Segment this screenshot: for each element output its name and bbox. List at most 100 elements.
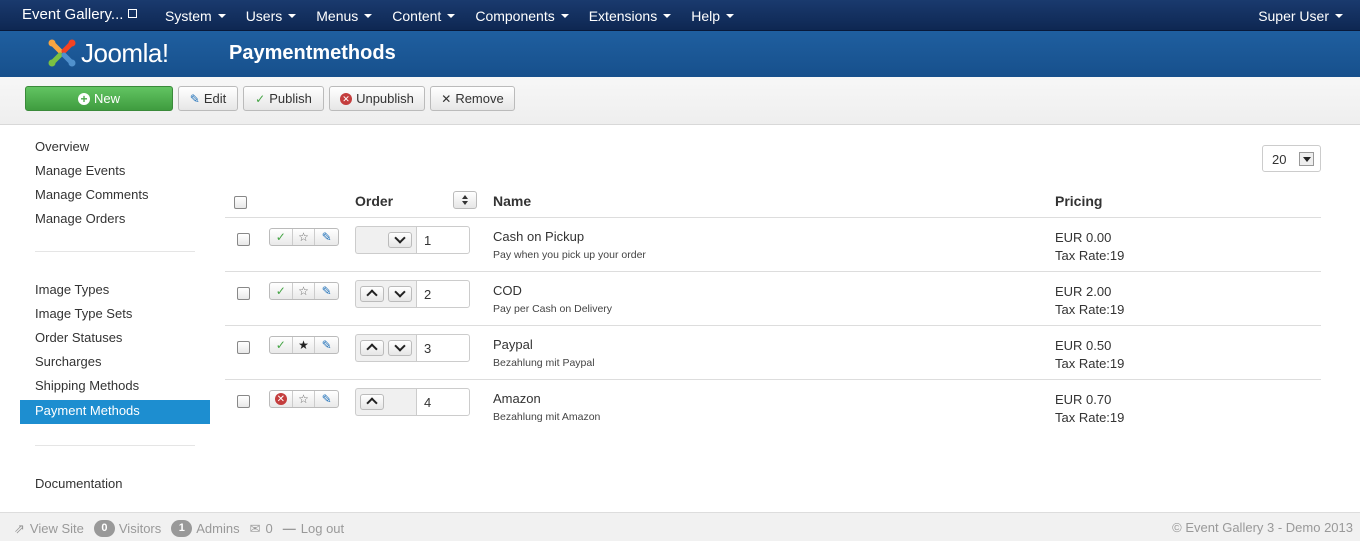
star-outline-icon[interactable]: ☆ xyxy=(293,391,316,407)
move-up-button[interactable] xyxy=(360,286,384,302)
logout-link[interactable]: — Log out xyxy=(283,521,344,536)
column-header-name[interactable]: Name xyxy=(493,193,531,209)
row-price: EUR 2.00 xyxy=(1055,284,1112,299)
menu-extensions[interactable]: Extensions xyxy=(579,0,681,31)
row-pricing: EUR 0.00 Tax Rate:19 xyxy=(1055,229,1124,265)
admins-label: Admins xyxy=(196,521,240,536)
menu-content[interactable]: Content xyxy=(382,0,465,31)
row-price: EUR 0.70 xyxy=(1055,392,1112,407)
menu-menus-label: Menus xyxy=(316,8,359,24)
row-checkbox[interactable] xyxy=(237,395,250,408)
order-input[interactable]: 1 xyxy=(416,226,470,254)
menu-components[interactable]: Components xyxy=(465,0,578,31)
order-input[interactable]: 4 xyxy=(416,388,470,416)
menu-menus[interactable]: Menus xyxy=(306,0,382,31)
chevron-down-icon xyxy=(726,14,734,19)
move-down-button[interactable] xyxy=(388,340,412,356)
sidebar-item-image-type-sets[interactable]: Image Type Sets xyxy=(20,304,210,328)
main-menu: System Users Menus Content Components Ex… xyxy=(155,0,744,31)
sidebar: Overview Manage Events Manage Comments M… xyxy=(20,137,210,498)
sidebar-item-manage-comments[interactable]: Manage Comments xyxy=(20,185,210,209)
row-price: EUR 0.50 xyxy=(1055,338,1112,353)
user-menu[interactable]: Super User xyxy=(1258,8,1343,24)
star-outline-icon[interactable]: ☆ xyxy=(293,229,316,245)
edit-icon[interactable]: ✎ xyxy=(315,229,338,245)
row-description: Bezahlung mit Amazon xyxy=(493,411,601,423)
star-filled-icon[interactable]: ★ xyxy=(293,337,316,353)
edit-icon[interactable]: ✎ xyxy=(315,283,338,299)
messages-status[interactable]: ✉ 0 xyxy=(250,521,273,537)
sidebar-item-payment-methods[interactable]: Payment Methods xyxy=(20,400,210,424)
move-down-button[interactable] xyxy=(388,286,412,302)
share-icon: ⇗ xyxy=(14,520,25,536)
move-down-button[interactable] xyxy=(388,232,412,248)
column-header-order[interactable]: Order xyxy=(355,193,393,209)
sidebar-item-surcharges[interactable]: Surcharges xyxy=(20,352,210,376)
edit-button[interactable]: ✎ Edit xyxy=(178,86,238,111)
move-up-button[interactable] xyxy=(360,340,384,356)
edit-icon[interactable]: ✎ xyxy=(315,337,338,353)
column-header-pricing[interactable]: Pricing xyxy=(1055,193,1102,209)
row-status-group: ✓ ☆ ✎ xyxy=(269,228,339,246)
top-navbar: Event Gallery... System Users Menus Cont… xyxy=(0,0,1360,31)
admins-status: 1 Admins xyxy=(171,520,240,537)
sidebar-item-manage-orders[interactable]: Manage Orders xyxy=(20,209,210,233)
publish-button[interactable]: ✓ Publish xyxy=(243,86,324,111)
row-name-link[interactable]: Cash on Pickup xyxy=(493,229,584,244)
menu-help[interactable]: Help xyxy=(681,0,744,31)
list-limit-select[interactable]: 20 xyxy=(1262,145,1321,172)
sidebar-item-shipping-methods[interactable]: Shipping Methods xyxy=(20,376,210,400)
row-checkbox[interactable] xyxy=(237,233,250,246)
minus-icon: — xyxy=(282,521,296,536)
sort-order-button[interactable] xyxy=(453,191,477,209)
row-tax-rate: Tax Rate:19 xyxy=(1055,356,1125,371)
published-check-icon[interactable]: ✓ xyxy=(270,229,293,245)
published-check-icon[interactable]: ✓ xyxy=(270,337,293,353)
row-pricing: EUR 2.00 Tax Rate:19 xyxy=(1055,283,1124,319)
row-name-link[interactable]: Paypal xyxy=(493,337,533,352)
order-input[interactable]: 2 xyxy=(416,280,470,308)
row-checkbox[interactable] xyxy=(237,341,250,354)
move-up-button[interactable] xyxy=(360,394,384,410)
remove-button-label: Remove xyxy=(455,91,504,106)
sidebar-item-manage-events[interactable]: Manage Events xyxy=(20,161,210,185)
messages-count: 0 xyxy=(265,521,273,536)
joomla-logo-icon xyxy=(48,39,76,67)
sidebar-item-overview[interactable]: Overview xyxy=(20,137,210,161)
star-outline-icon[interactable]: ☆ xyxy=(293,283,316,299)
remove-button[interactable]: ✕ Remove xyxy=(430,86,515,111)
row-name-link[interactable]: COD xyxy=(493,283,522,298)
row-status-group: ✓ ★ ✎ xyxy=(269,336,339,354)
new-button[interactable]: + New xyxy=(25,86,173,111)
table-row: ✕ ☆ ✎ 4 Amazon Bezahlung mit Amazon EUR … xyxy=(225,380,1321,434)
row-tax-rate: Tax Rate:19 xyxy=(1055,410,1125,425)
status-footer: ⇗ View Site 0 Visitors 1 Admins ✉ 0 — Log out… xyxy=(0,512,1360,541)
row-checkbox[interactable] xyxy=(237,287,250,300)
edit-icon: ✎ xyxy=(189,91,200,106)
joomla-logo: Joomla! xyxy=(47,36,169,70)
row-name-link[interactable]: Amazon xyxy=(493,391,541,406)
table-header: Order Name Pricing xyxy=(225,187,1321,218)
row-tax-rate: Tax Rate:19 xyxy=(1055,248,1125,263)
unpublish-button[interactable]: ✕ Unpublish xyxy=(329,86,425,111)
table-row: ✓ ☆ ✎ 2 COD Pay per Cash on Delivery EUR… xyxy=(225,272,1321,326)
site-brand-link[interactable]: Event Gallery... xyxy=(22,6,138,23)
sidebar-item-order-statuses[interactable]: Order Statuses xyxy=(20,328,210,352)
menu-users[interactable]: Users xyxy=(236,0,307,31)
logout-label: Log out xyxy=(300,521,345,536)
page-header: Joomla! Paymentmethods xyxy=(0,31,1360,77)
check-all-checkbox[interactable] xyxy=(234,196,247,209)
edit-icon[interactable]: ✎ xyxy=(315,391,338,407)
published-check-icon[interactable]: ✓ xyxy=(270,283,293,299)
sidebar-item-image-types[interactable]: Image Types xyxy=(20,280,210,304)
order-input[interactable]: 3 xyxy=(416,334,470,362)
menu-system[interactable]: System xyxy=(155,0,236,31)
order-control: 2 xyxy=(355,280,470,308)
sidebar-item-documentation[interactable]: Documentation xyxy=(20,474,210,498)
unpublished-icon[interactable]: ✕ xyxy=(270,391,293,407)
list-limit-value: 20 xyxy=(1272,152,1287,167)
row-pricing: EUR 0.50 Tax Rate:19 xyxy=(1055,337,1124,373)
view-site-link[interactable]: ⇗ View Site xyxy=(14,521,84,537)
menu-users-label: Users xyxy=(245,8,283,24)
site-brand-label: Event Gallery... xyxy=(22,6,124,23)
